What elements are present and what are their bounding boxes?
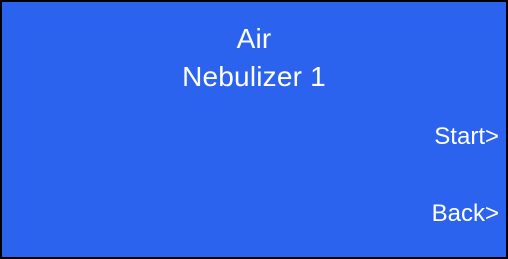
start-softkey[interactable]: Start> [434,122,499,152]
back-softkey[interactable]: Back> [432,199,499,229]
title-line-2: Nebulizer 1 [182,61,326,92]
page-title: Air Nebulizer 1 [2,20,506,96]
title-line-1: Air [236,23,272,54]
device-screen: Air Nebulizer 1 Start> Back> [0,0,508,259]
